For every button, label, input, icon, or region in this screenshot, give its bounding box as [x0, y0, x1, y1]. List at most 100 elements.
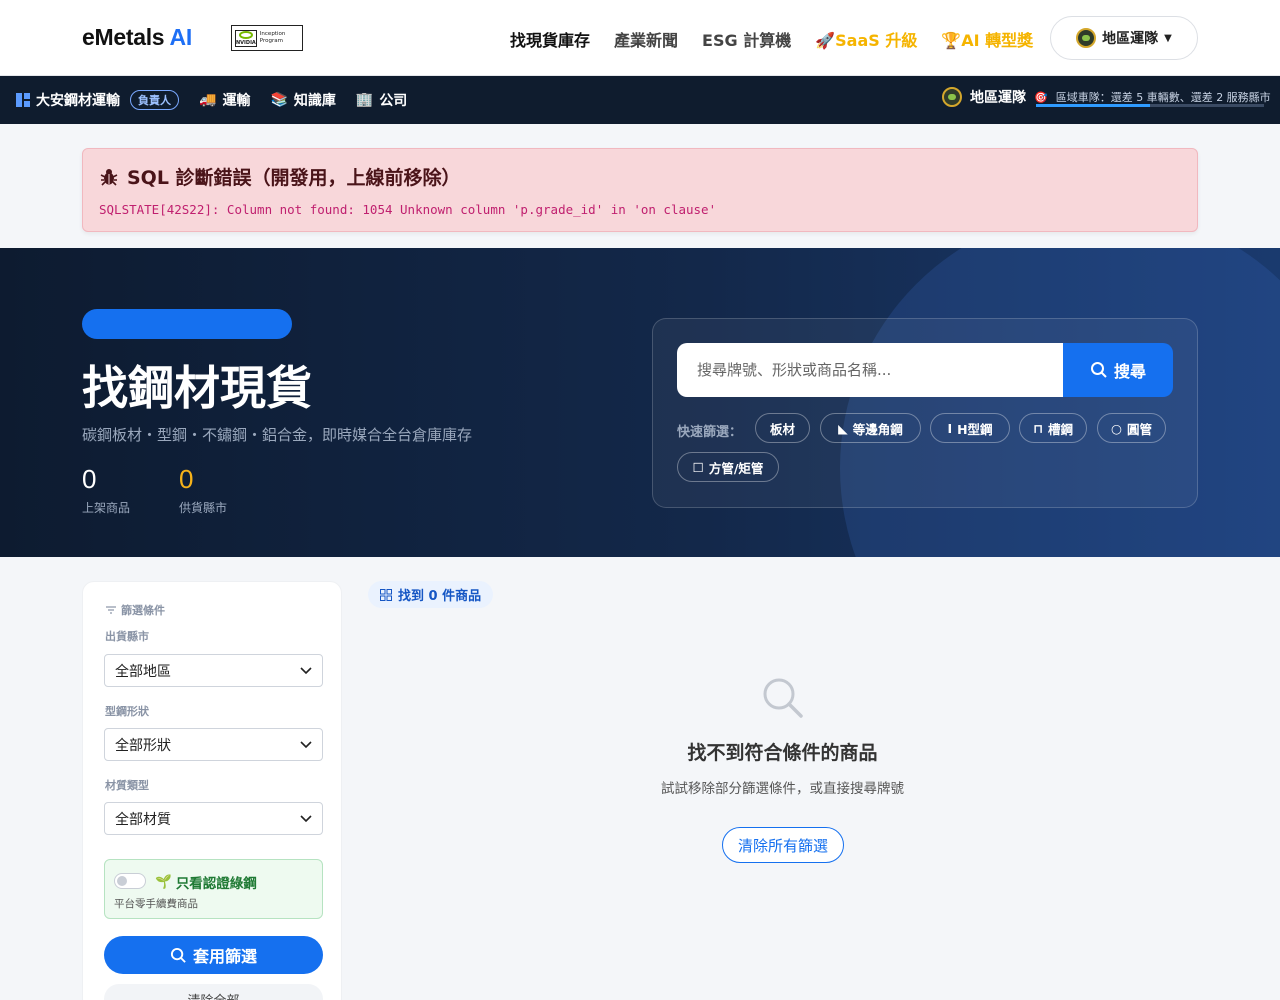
shape-filter-label: 型鋼形狀: [105, 705, 149, 718]
stat-supply-cities: 0 供貨縣市: [179, 464, 227, 516]
material-filter-label: 材質類型: [105, 779, 149, 792]
region-team-title: 地區運隊: [970, 90, 1026, 106]
brand-main: eMetals: [82, 24, 165, 50]
company-link[interactable]: 大安鋼材運輸 負責人: [16, 90, 179, 110]
square-icon: ☐: [692, 459, 704, 475]
region-team-progress: [1036, 104, 1264, 107]
nav-ai-award[interactable]: 🏆AI 轉型獎: [941, 27, 1033, 51]
empty-state-subtitle: 試試移除部分篩選條件，或直接搜尋牌號: [661, 781, 904, 797]
truck-icon: 🚚: [199, 92, 217, 108]
city-select[interactable]: 全部地區: [104, 654, 323, 687]
channel-icon: ⊓: [1033, 420, 1043, 436]
rocket-icon: 🚀: [815, 31, 836, 50]
subnav-knowledge[interactable]: 📚 知識庫: [270, 90, 335, 110]
subnav-transport-label: 運輸: [222, 93, 251, 109]
region-team-icon: [1076, 28, 1097, 48]
filter-heading-text: 篩選條件: [121, 604, 165, 617]
quick-filter-channel[interactable]: ⊓ 槽鋼: [1019, 413, 1087, 443]
workspace-bar: 大安鋼材運輸 負責人 🚚 運輸 📚 知識庫 🏢 公司 地區運隊 🎯 區域車隊：還…: [0, 76, 1280, 124]
city-filter-label: 出貨縣市: [105, 630, 149, 643]
region-team-status-text: 區域車隊：還差 5 車輛數、還差 2 服務縣市: [1055, 91, 1271, 104]
subnav-knowledge-label: 知識庫: [293, 93, 336, 109]
result-count-badge: 找到 0 件商品: [368, 581, 494, 608]
page-subtitle: 碳鋼板材・型鋼・不鏽鋼・鋁合金，即時媒合全台倉庫庫存: [82, 426, 473, 444]
page-title: 找鋼材現貨: [82, 361, 312, 415]
filter-sidebar: 篩選條件 出貨縣市 全部地區 型鋼形狀 全部形狀 材質類型 全部材質 🌱 只看認…: [82, 581, 342, 1000]
main-nav: 找現貨庫存 產業新聞 ESG 計算機 🚀SaaS 升級 🏆AI 轉型獎: [510, 27, 1033, 51]
sql-error-alert: SQL 診斷錯誤（開發用，上線前移除） SQLSTATE[42S22]: Col…: [82, 148, 1198, 232]
caret-down-icon: ▼: [1164, 32, 1172, 44]
nvidia-program-text: Inception Program: [259, 31, 286, 44]
quick-filter-angle[interactable]: ◣ 等邊角鋼: [820, 413, 921, 443]
stat-listed-products: 0 上架商品: [82, 464, 130, 516]
quick-filter-round-pipe[interactable]: ○ 圓管: [1097, 413, 1166, 443]
material-select[interactable]: 全部材質: [104, 802, 323, 835]
quick-filter-text: 等邊角鋼: [852, 421, 903, 437]
search-icon: [763, 678, 803, 718]
stat-label: 上架商品: [82, 501, 131, 515]
bug-icon: [100, 168, 118, 186]
search-icon: [1090, 362, 1107, 378]
material-select-value: 全部材質: [115, 811, 171, 828]
hero-section: 找鋼材現貨 碳鋼板材・型鋼・不鏽鋼・鋁合金，即時媒合全台倉庫庫存 0 上架商品 …: [0, 248, 1280, 557]
search-icon: [170, 947, 186, 963]
target-icon: 🎯: [1034, 90, 1048, 104]
subnav-company[interactable]: 🏢 公司: [356, 90, 407, 110]
nvidia-logo-icon: NVIDIA: [235, 29, 257, 47]
chevron-down-icon: [300, 740, 312, 748]
quick-filter-text: H型鋼: [957, 421, 993, 437]
city-select-value: 全部地區: [115, 663, 171, 680]
trophy-icon: 🏆: [941, 31, 962, 50]
nav-award-label: AI 轉型獎: [961, 31, 1034, 50]
quick-filter-plate[interactable]: 板材: [755, 413, 810, 443]
quick-filter-label: 快速篩選：: [677, 425, 743, 440]
circle-icon: ○: [1111, 420, 1122, 436]
quick-filter-text: 板材: [769, 421, 795, 437]
result-count-text: 找到 0 件商品: [398, 589, 482, 604]
search-input[interactable]: [677, 343, 1063, 397]
shape-select-value: 全部形狀: [115, 737, 171, 754]
region-team-icon: [942, 87, 962, 107]
search-panel: 搜尋 快速篩選： 板材 ◣等邊角鋼 IH型鋼 ⊓槽鋼 ○圓管 ☐方管/矩管: [652, 318, 1198, 508]
nvidia-inception-badge: NVIDIA Inception Program: [231, 25, 303, 51]
stat-value: 0: [179, 464, 194, 494]
quick-filter-text: 方管/矩管: [708, 460, 764, 476]
empty-state-title: 找不到符合條件的商品: [687, 742, 878, 764]
chevron-down-icon: [300, 666, 312, 674]
grid-icon: [380, 588, 392, 601]
stat-label: 供貨縣市: [179, 501, 228, 515]
seedling-icon: 🌱: [155, 874, 172, 890]
search-button-label: 搜尋: [1113, 362, 1146, 381]
filter-heading: 篩選條件: [105, 602, 165, 618]
quick-filter-square-tube[interactable]: ☐ 方管/矩管: [677, 452, 779, 482]
nav-inventory[interactable]: 找現貨庫存: [510, 27, 590, 51]
apply-filters-button[interactable]: 套用篩選: [104, 936, 323, 974]
error-title: SQL 診斷錯誤（開發用，上線前移除）: [127, 167, 461, 189]
subnav-transport[interactable]: 🚚 運輸: [199, 90, 250, 110]
top-navbar: eMetals AI NVIDIA Inception Program 找現貨庫…: [0, 0, 1280, 76]
chevron-down-icon: [300, 814, 312, 822]
nav-saas-label: SaaS 升級: [835, 31, 918, 50]
owner-badge: 負責人: [130, 90, 179, 110]
green-steel-toggle[interactable]: [114, 873, 146, 889]
clear-filters-button[interactable]: 清除全部: [104, 984, 323, 1000]
shape-select[interactable]: 全部形狀: [104, 728, 323, 761]
building-icon: 🏢: [355, 92, 374, 108]
subnav-company-label: 公司: [379, 93, 408, 109]
hero-tag-pill: [82, 309, 292, 339]
company-name: 大安鋼材運輸: [36, 93, 120, 109]
books-icon: 📚: [270, 92, 288, 108]
region-team-button[interactable]: 地區運隊 ▼: [1050, 16, 1198, 60]
h-beam-icon: I: [947, 420, 953, 436]
error-message: SQLSTATE[42S22]: Column not found: 1054 …: [99, 202, 717, 217]
brand-logo[interactable]: eMetals AI: [82, 24, 192, 51]
nvidia-brand-text: NVIDIA: [236, 39, 256, 46]
apply-filters-label: 套用篩選: [192, 947, 257, 966]
clear-all-filters-button[interactable]: 清除所有篩選: [722, 827, 844, 863]
nav-esg-calculator[interactable]: ESG 計算機: [702, 27, 791, 51]
search-button[interactable]: 搜尋: [1063, 343, 1173, 397]
nav-news[interactable]: 產業新聞: [614, 27, 678, 51]
dashboard-icon: [16, 93, 30, 107]
quick-filter-h-beam[interactable]: I H型鋼: [930, 413, 1010, 443]
nav-saas-upgrade[interactable]: 🚀SaaS 升級: [815, 27, 917, 51]
